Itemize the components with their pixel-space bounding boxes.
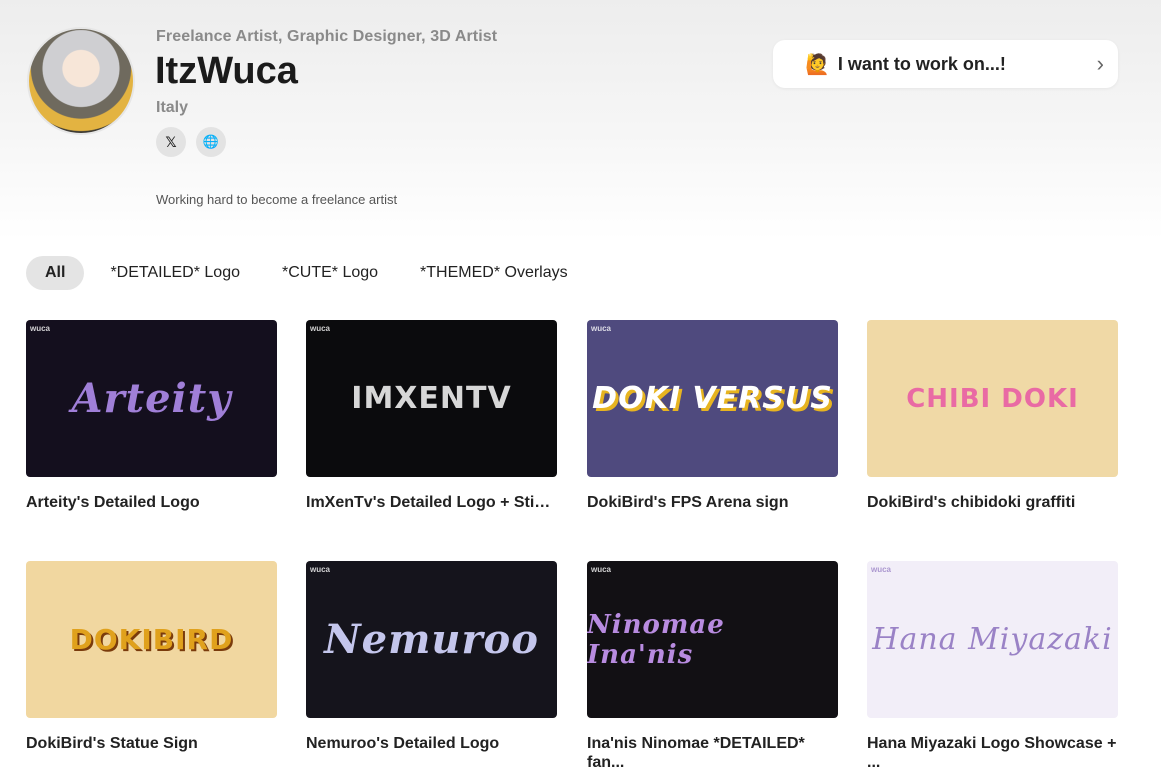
thumbnail-art-text: CHIBI DOKI [906,383,1079,414]
x-icon: 𝕏 [165,133,177,150]
gallery-card[interactable]: wuca DOKI VERSUS DokiBird's FPS Arena si… [587,320,838,512]
gallery-thumbnail[interactable]: wuca Nemuroo [306,561,557,718]
gallery-card[interactable]: wuca IMXENTV ImXenTv's Detailed Logo + S… [306,320,557,512]
profile-location: Italy [156,99,189,116]
brand-mark: wuca [310,324,331,333]
card-title[interactable]: Arteity's Detailed Logo [26,493,277,512]
x-social-link[interactable]: 𝕏 [156,127,186,157]
brand-mark: wuca [310,565,331,574]
card-title[interactable]: Ina'nis Ninomae *DETAILED* fan... [587,734,838,772]
gallery-thumbnail[interactable]: wuca Hana Miyazaki [867,561,1118,718]
card-title[interactable]: DokiBird's FPS Arena sign [587,493,838,512]
globe-icon: 🌐 [202,134,220,149]
work-request-label: I want to work on...! [837,53,1006,74]
profile-name: ItzWuca [155,50,298,92]
tab-cute-logo[interactable]: *CUTE* Logo [266,256,394,290]
avatar[interactable] [27,27,135,135]
gallery-card[interactable]: DOKIBIRD DokiBird's Statue Sign [26,561,277,753]
chevron-right-icon: › [1096,51,1104,76]
thumbnail-art-text: DOKI VERSUS [592,381,833,416]
tab-all[interactable]: All [26,256,85,290]
gallery-thumbnail[interactable]: wuca IMXENTV [306,320,557,477]
thumbnail-art-text: IMXENTV [351,381,512,416]
profile-bio: Working hard to become a freelance artis… [156,192,398,207]
work-request-button[interactable]: 🙋 I want to work on...! › [773,40,1118,88]
gallery-thumbnail[interactable]: CHIBI DOKI [867,320,1118,477]
gallery-card[interactable]: wuca Hana Miyazaki Hana Miyazaki Logo Sh… [867,561,1118,772]
tab-detailed-logo[interactable]: *DETAILED* Logo [94,256,256,290]
brand-mark: wuca [591,324,612,333]
gallery-card[interactable]: wuca Ninomae Ina'nis Ina'nis Ninomae *DE… [587,561,838,772]
card-title[interactable]: DokiBird's Statue Sign [26,734,277,753]
brand-mark: wuca [30,324,51,333]
gallery-card[interactable]: wuca Arteity Arteity's Detailed Logo [26,320,277,512]
tab-themed-overlays[interactable]: *THEMED* Overlays [404,256,584,290]
brand-mark: wuca [871,565,892,574]
thumbnail-art-text: Ninomae Ina'nis [587,609,725,670]
gallery-card[interactable]: wuca Nemuroo Nemuroo's Detailed Logo [306,561,557,753]
thumbnail-art-text: Arteity [71,375,232,422]
card-title[interactable]: Hana Miyazaki Logo Showcase + ... [867,734,1118,772]
thumbnail-art-text: Hana Miyazaki [872,622,1113,657]
thumbnail-art-text: DOKIBIRD [69,623,234,656]
gallery-card[interactable]: CHIBI DOKI DokiBird's chibidoki graffiti [867,320,1118,512]
thumbnail-art-text: Nemuroo [324,616,539,663]
website-link[interactable]: 🌐 [196,127,226,157]
gallery-thumbnail[interactable]: wuca DOKI VERSUS [587,320,838,477]
profile-roles: Freelance Artist, Graphic Designer, 3D A… [156,28,498,45]
card-title[interactable]: ImXenTv's Detailed Logo + Stin... [306,493,557,512]
raising-hand-icon: 🙋 [805,53,830,76]
gallery-thumbnail[interactable]: wuca Arteity [26,320,277,477]
card-title[interactable]: Nemuroo's Detailed Logo [306,734,557,753]
card-title[interactable]: DokiBird's chibidoki graffiti [867,493,1118,512]
gallery-thumbnail[interactable]: wuca Ninomae Ina'nis [587,561,838,718]
brand-mark: wuca [591,565,612,574]
gallery-thumbnail[interactable]: DOKIBIRD [26,561,277,718]
category-tabs: All *DETAILED* Logo *CUTE* Logo *THEMED*… [26,256,594,290]
